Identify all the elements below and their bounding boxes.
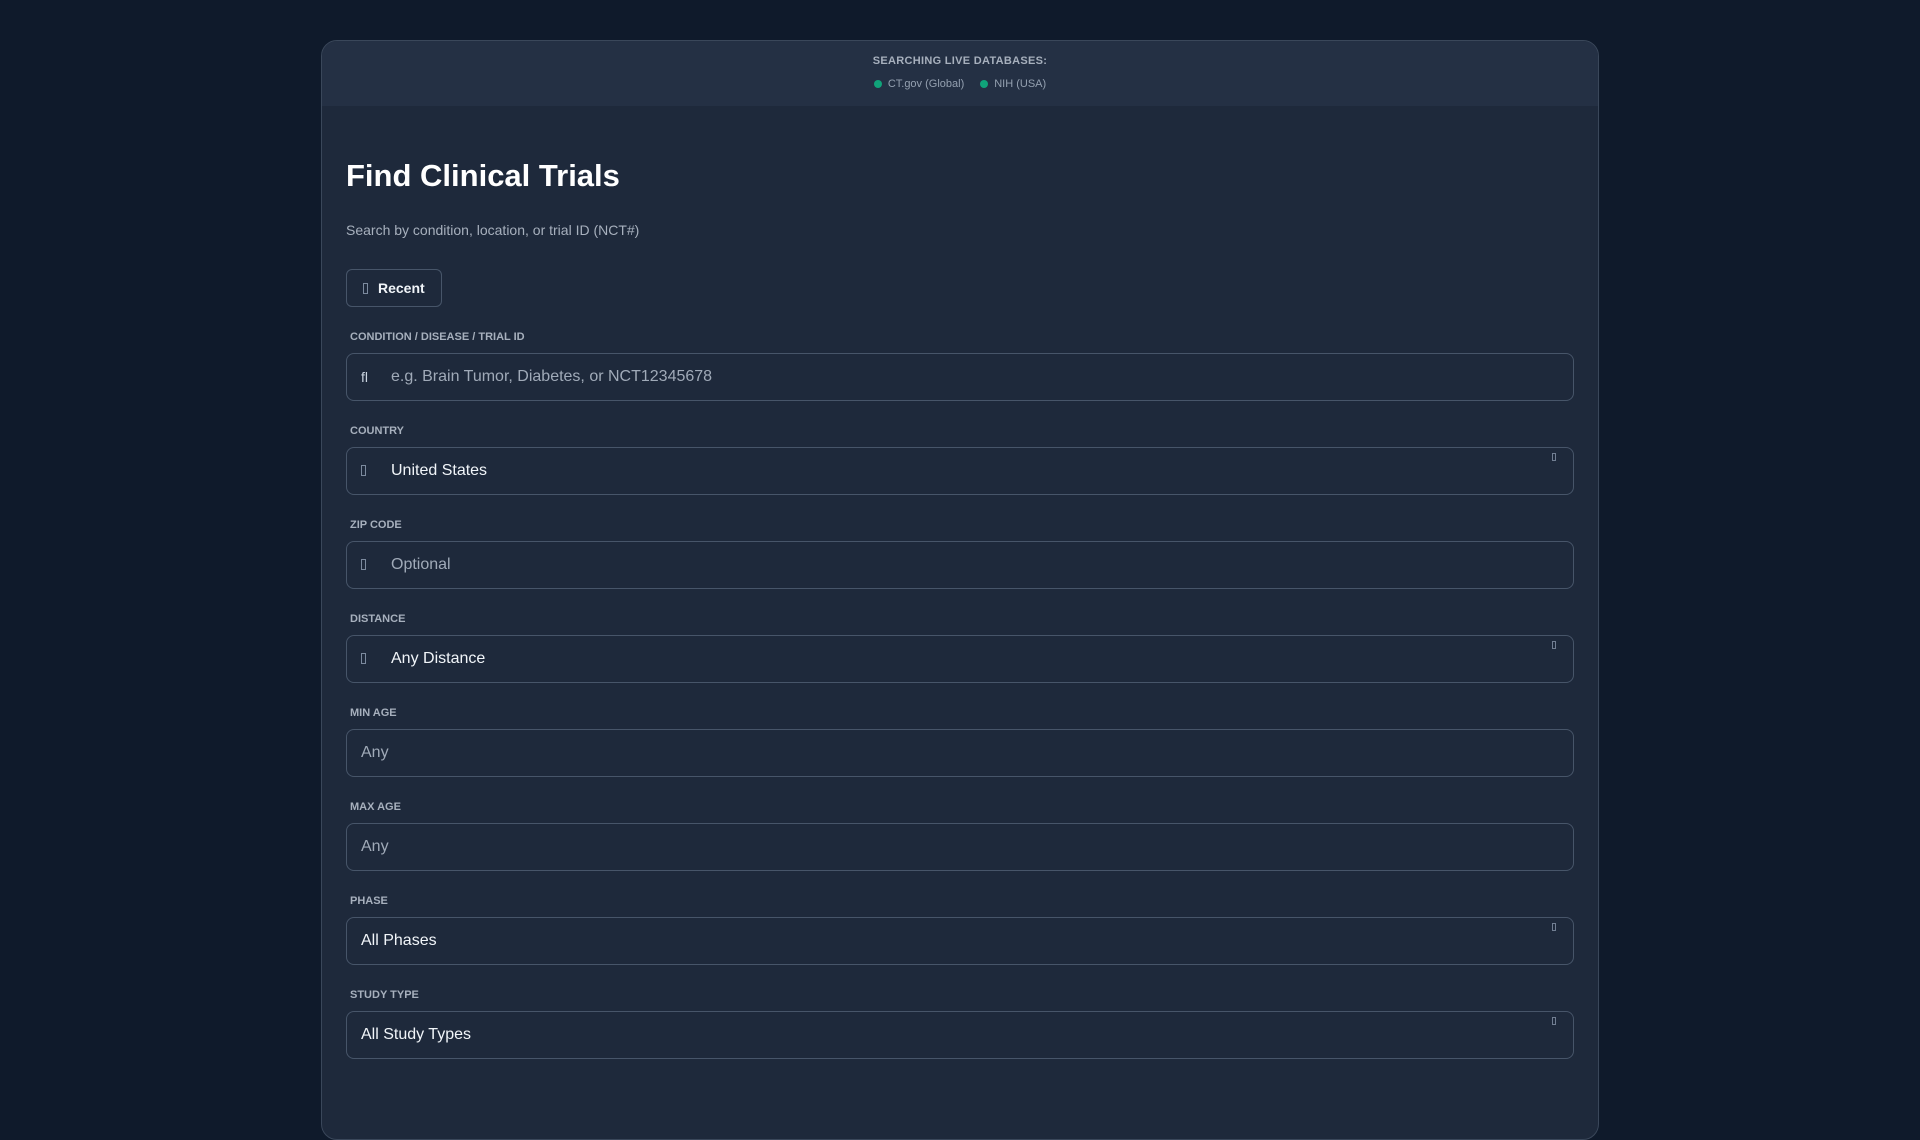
zip-input[interactable]: Optional [346, 541, 1574, 589]
status-dot-icon [980, 80, 989, 88]
distance-label: DISTANCE [350, 613, 406, 625]
phase-label: PHASE [350, 895, 388, 907]
max-age-label: MAX AGE [350, 801, 401, 813]
min-age-field: MIN AGE Any [346, 707, 1574, 777]
min-age-label: MIN AGE [350, 707, 397, 719]
country-value: United States [391, 462, 488, 479]
study-type-select[interactable]: All Study Types [346, 1011, 1574, 1059]
source-nih: NIH (USA) [980, 78, 1046, 90]
recent-label: Recent [378, 280, 425, 296]
min-age-placeholder: Any [361, 744, 389, 761]
phase-value: All Phases [361, 932, 437, 949]
chevron-down-icon [1552, 641, 1556, 649]
chevron-down-icon [1552, 923, 1556, 931]
phase-field: PHASE All Phases [346, 895, 1574, 965]
history-icon [363, 282, 368, 294]
distance-field: DISTANCE Any Distance [346, 613, 1574, 683]
database-banner: SEARCHING LIVE DATABASES: CT.gov (Global… [322, 41, 1598, 106]
search-card: SEARCHING LIVE DATABASES: CT.gov (Global… [321, 40, 1599, 1140]
recent-button[interactable]: Recent [346, 269, 442, 307]
phase-select[interactable]: All Phases [346, 917, 1574, 965]
condition-label: CONDITION / DISEASE / TRIAL ID [350, 331, 525, 343]
condition-field: CONDITION / DISEASE / TRIAL ID fl e.g. Br… [346, 331, 1574, 401]
max-age-input[interactable]: Any [346, 823, 1574, 871]
search-icon: fl [361, 369, 368, 385]
distance-select[interactable]: Any Distance [346, 635, 1574, 683]
chevron-down-icon [1552, 1017, 1556, 1025]
country-select[interactable]: United States [346, 447, 1574, 495]
source-ctgov: CT.gov (Global) [873, 78, 965, 90]
route-icon [361, 653, 366, 664]
source-label: CT.gov (Global) [887, 78, 965, 90]
study-type-field: STUDY TYPE All Study Types [346, 989, 1574, 1059]
page-title: Find Clinical Trials [346, 158, 620, 193]
map-pin-icon [361, 559, 366, 570]
banner-title: SEARCHING LIVE DATABASES: [872, 55, 1048, 67]
chevron-down-icon [1552, 453, 1556, 461]
condition-placeholder: e.g. Brain Tumor, Diabetes, or NCT123456… [391, 368, 713, 385]
zip-field: ZIP CODE Optional [346, 519, 1574, 589]
condition-input[interactable]: fl e.g. Brain Tumor, Diabetes, or NCT1234… [346, 353, 1574, 401]
min-age-input[interactable]: Any [346, 729, 1574, 777]
globe-icon [361, 465, 366, 476]
study-type-value: All Study Types [361, 1026, 471, 1043]
max-age-field: MAX AGE Any [346, 801, 1574, 871]
zip-placeholder: Optional [391, 556, 451, 573]
status-dot-icon [873, 80, 882, 88]
distance-value: Any Distance [391, 650, 486, 667]
source-label: NIH (USA) [994, 78, 1047, 90]
study-type-label: STUDY TYPE [350, 989, 419, 1001]
page-subtitle: Search by condition, location, or trial … [346, 222, 640, 238]
country-label: COUNTRY [350, 425, 404, 437]
country-field: COUNTRY United States [346, 425, 1574, 495]
zip-label: ZIP CODE [350, 519, 402, 531]
max-age-placeholder: Any [361, 838, 389, 855]
